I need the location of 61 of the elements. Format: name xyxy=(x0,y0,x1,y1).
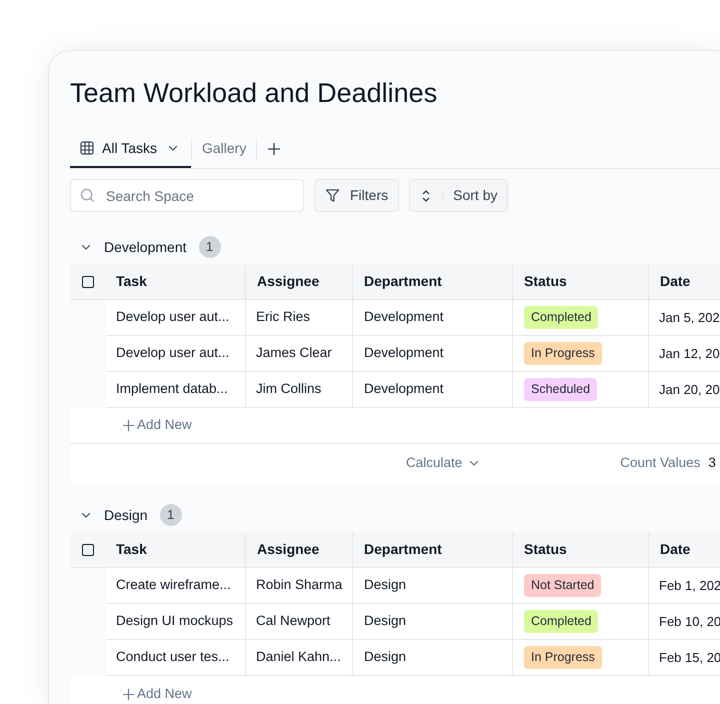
table-cell-text: Design xyxy=(364,576,406,594)
search-field[interactable]: Search Space xyxy=(70,179,304,212)
add-new-button[interactable]: Add New xyxy=(122,415,192,436)
count-values-label: Count Values xyxy=(620,454,700,472)
column-header[interactable]: Status xyxy=(524,271,567,292)
page-title: Team Workload and Deadlines xyxy=(70,77,438,109)
table-cell-text: Jan 5, 202 xyxy=(659,308,720,327)
status-tag: Completed xyxy=(524,610,598,633)
table-cell-text: Development xyxy=(364,380,444,398)
status-tag: In Progress xyxy=(524,646,602,669)
table-cell-text: Cal Newport xyxy=(256,612,330,630)
group-title[interactable]: Development xyxy=(104,236,186,258)
table-icon xyxy=(80,141,94,155)
calculate-button[interactable]: Calculate xyxy=(406,452,480,474)
count-value: 3 xyxy=(708,454,716,472)
count-badge: 1 xyxy=(198,236,220,258)
sort-button[interactable]: Sort by xyxy=(409,179,508,212)
column-header[interactable]: Status xyxy=(524,539,567,560)
column-header[interactable]: Department xyxy=(364,271,442,292)
sort-icon xyxy=(420,188,432,202)
plus-icon xyxy=(267,142,282,156)
status-tag: Not Started xyxy=(524,574,602,597)
count-badge: 1 xyxy=(160,504,182,526)
table-cell-text: Jim Collins xyxy=(256,380,322,398)
table-cell-text: Daniel Kahn... xyxy=(256,648,341,666)
table-cell-text: Design xyxy=(364,648,406,666)
table-cell-text: Develop user aut... xyxy=(116,344,230,362)
search-icon xyxy=(80,188,95,203)
status-tag: Scheduled xyxy=(524,378,598,401)
group-title[interactable]: Design xyxy=(104,504,148,526)
table-cell-text: Conduct user tes... xyxy=(116,648,230,666)
filter-icon xyxy=(325,188,340,203)
table-cell-text: Robin Sharma xyxy=(256,576,342,594)
table-cell-text: Jan 12, 20 xyxy=(659,344,720,363)
column-header[interactable]: Assignee xyxy=(257,271,320,292)
column-header[interactable]: Department xyxy=(364,539,442,560)
table-cell-text: Create wireframe... xyxy=(116,576,231,594)
table-cell-text: Develop user aut... xyxy=(116,308,230,326)
view-tab[interactable]: Gallery xyxy=(192,130,256,168)
status-tag: In Progress xyxy=(524,342,602,365)
plus-icon xyxy=(122,688,135,700)
table-cell-text: Eric Ries xyxy=(256,308,310,326)
view-tab[interactable]: All Tasks xyxy=(70,130,191,168)
filters-button[interactable]: Filters xyxy=(314,179,400,212)
checkbox[interactable] xyxy=(82,276,94,288)
plus-icon xyxy=(122,419,135,432)
table-cell-text: Implement datab... xyxy=(116,380,228,398)
column-header[interactable]: Date xyxy=(660,539,690,560)
column-header[interactable]: Date xyxy=(660,271,690,292)
column-header[interactable]: Task xyxy=(116,271,147,292)
add-new-button[interactable]: Add New xyxy=(122,684,192,704)
table-cell-text: Development xyxy=(364,344,444,362)
column-header[interactable]: Assignee xyxy=(257,539,320,560)
table-cell-text: James Clear xyxy=(256,344,332,362)
table-cell-text: Design UI mockups xyxy=(116,612,234,630)
table-cell-text: Jan 20, 20 xyxy=(659,380,720,399)
column-header[interactable]: Task xyxy=(116,539,147,560)
checkbox[interactable] xyxy=(82,544,94,556)
status-tag: Completed xyxy=(524,306,598,329)
table-cell-text: Design xyxy=(364,612,406,630)
table-cell-text: Development xyxy=(364,308,444,326)
